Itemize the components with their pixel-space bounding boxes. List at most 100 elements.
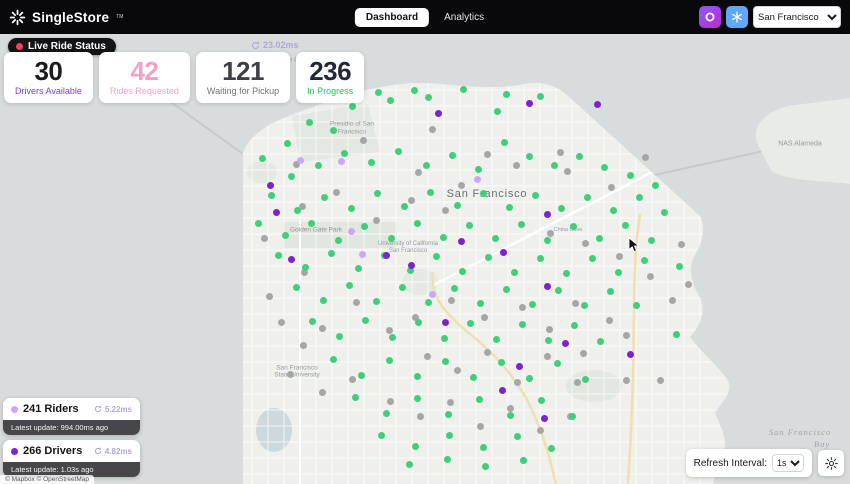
map-dot-waiting <box>372 216 380 224</box>
map-dot-in-progress <box>632 301 640 309</box>
stat-value: 236 <box>309 56 352 86</box>
map-dot-in-progress <box>484 253 492 261</box>
map-dot-waiting <box>348 375 356 383</box>
stat-value: 30 <box>34 56 63 86</box>
map[interactable]: San FranciscoGolden Gate BridgePresidio … <box>0 34 850 484</box>
map-dot-waiting <box>385 326 393 334</box>
map-dot-waiting <box>615 252 623 260</box>
map-dot-in-progress <box>544 336 552 344</box>
map-dot-in-progress <box>413 219 421 227</box>
map-dot-in-progress <box>588 254 596 262</box>
stat-card-rides-requested: 42 Rides Requested <box>98 52 190 104</box>
nav-tabs: Dashboard Analytics <box>354 7 495 27</box>
map-dot-in-progress <box>647 236 655 244</box>
stat-label: Drivers Available <box>15 86 82 97</box>
sun-icon <box>824 456 838 470</box>
theme-purple-button[interactable] <box>699 6 721 28</box>
map-attribution[interactable]: © Mapbox © OpenStreetMap <box>0 475 95 484</box>
drivers-card: 266 Drivers 4.82ms Latest update: 1.03s … <box>3 440 140 477</box>
map-dot-in-progress <box>606 287 614 295</box>
theme-blue-button[interactable] <box>726 6 748 28</box>
map-dot-in-progress <box>441 357 449 365</box>
logo-trademark: TM <box>116 14 124 20</box>
map-dot-in-progress <box>424 298 432 306</box>
map-dot-driver <box>515 362 523 370</box>
map-dot-in-progress <box>444 410 452 418</box>
map-dot-in-progress <box>301 263 309 271</box>
map-dot-driver <box>626 350 634 358</box>
map-dot-waiting <box>622 376 630 384</box>
map-dot-in-progress <box>422 161 430 169</box>
map-dot-in-progress <box>554 286 562 294</box>
map-dot-in-progress <box>293 206 301 214</box>
map-dot-in-progress <box>519 456 527 464</box>
map-dot-in-progress <box>400 202 408 210</box>
riders-latest-update: Latest update: 994.00ms ago <box>3 420 140 435</box>
map-dot-in-progress <box>439 233 447 241</box>
map-dot-in-progress <box>410 86 418 94</box>
swirl-icon <box>705 12 715 22</box>
refresh-interval-control: Refresh Interval: 1s <box>685 449 812 477</box>
map-dot-in-progress <box>505 203 513 211</box>
map-dot-in-progress <box>445 431 453 439</box>
map-dot-waiting <box>571 299 579 307</box>
tab-dashboard[interactable]: Dashboard <box>354 7 430 27</box>
map-dot-waiting <box>543 352 551 360</box>
map-dot-in-progress <box>543 236 551 244</box>
map-dot-waiting <box>545 325 553 333</box>
riders-dot <box>11 405 18 413</box>
map-dot-in-progress <box>305 118 313 126</box>
map-dot-in-progress <box>414 318 422 326</box>
map-dot-in-progress <box>600 163 608 171</box>
map-dot-driver <box>499 248 507 256</box>
map-dot-in-progress <box>411 442 419 450</box>
city-select[interactable]: San Francisco <box>753 6 841 28</box>
map-dot-in-progress <box>267 191 275 199</box>
refresh-icon <box>94 405 101 413</box>
map-dot-in-progress <box>394 147 402 155</box>
map-dot-driver <box>382 251 390 259</box>
tab-analytics[interactable]: Analytics <box>433 8 495 27</box>
map-dot-in-progress <box>459 85 467 93</box>
map-dot-in-progress <box>458 267 466 275</box>
map-dot-waiting <box>513 378 521 386</box>
map-dot-in-progress <box>334 236 342 244</box>
refresh-interval-select[interactable]: 1s <box>772 454 804 472</box>
stat-value: 42 <box>130 56 159 86</box>
map-dot-waiting <box>684 280 692 288</box>
map-dot-in-progress <box>465 221 473 229</box>
map-dot-in-progress <box>479 189 487 197</box>
map-dot-driver <box>457 237 465 245</box>
map-dot-waiting <box>573 378 581 386</box>
map-dot-waiting <box>265 292 273 300</box>
riders-timer-value: 5.22ms <box>104 404 132 414</box>
live-badge-label: Live Ride Status <box>28 41 106 52</box>
map-dot-in-progress <box>258 154 266 162</box>
stat-card-in-progress: 236 In Progress <box>296 52 365 104</box>
map-dot-in-progress <box>596 337 604 345</box>
map-dot-in-progress <box>609 206 617 214</box>
display-settings-button[interactable] <box>818 450 844 476</box>
map-dot-waiting <box>605 316 613 324</box>
map-dot-waiting <box>416 412 424 420</box>
map-dot-in-progress <box>292 283 300 291</box>
map-dot-in-progress <box>327 249 335 257</box>
map-dot-in-progress <box>398 283 406 291</box>
map-dot-in-progress <box>466 319 474 327</box>
map-dot-in-progress <box>621 221 629 229</box>
map-dot-in-progress <box>640 256 648 264</box>
map-dot-in-progress <box>351 393 359 401</box>
map-dot-waiting <box>352 298 360 306</box>
map-dot-in-progress <box>373 189 381 197</box>
map-dot-waiting <box>260 234 268 242</box>
map-dot-in-progress <box>513 432 521 440</box>
map-dot-in-progress <box>491 234 499 242</box>
map-dot-in-progress <box>626 171 634 179</box>
map-dot-in-progress <box>570 321 578 329</box>
map-dot-in-progress <box>254 219 262 227</box>
map-dot-in-progress <box>274 251 282 259</box>
map-dot-waiting <box>581 239 589 247</box>
refresh-interval-label: Refresh Interval: <box>693 457 767 469</box>
map-dot-in-progress <box>569 222 577 230</box>
map-dot-in-progress <box>537 396 545 404</box>
